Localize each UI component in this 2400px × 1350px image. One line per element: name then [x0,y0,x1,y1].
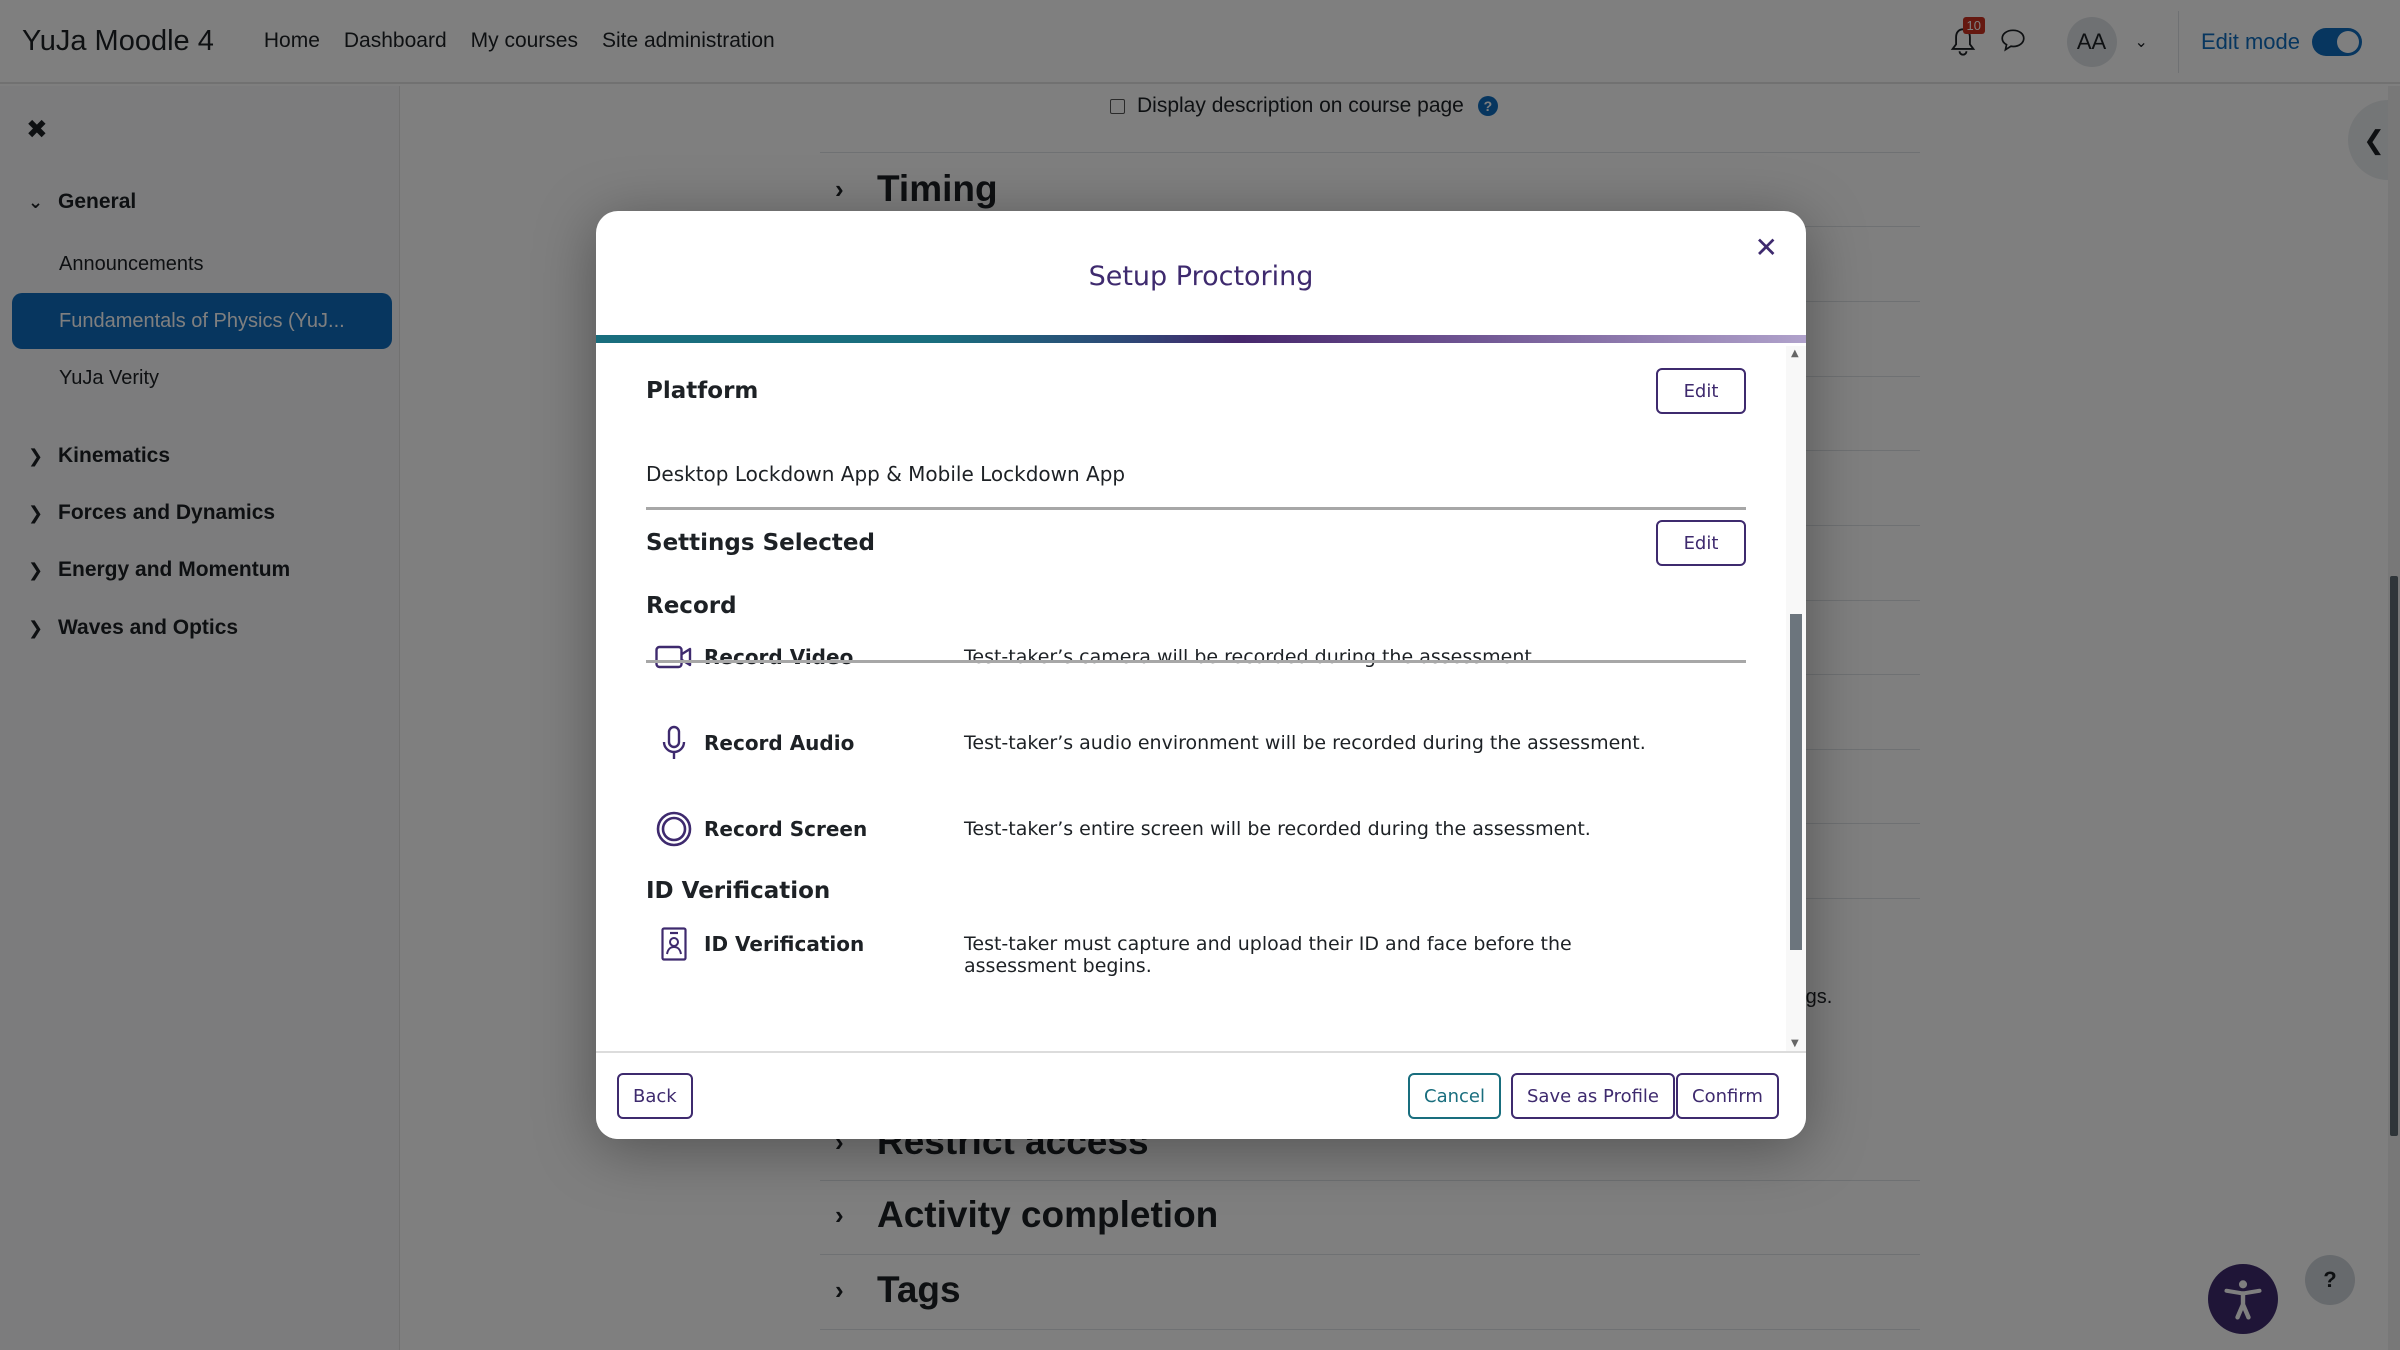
scroll-down-arrow-icon[interactable]: ▼ [1791,1038,1799,1049]
scroll-up-arrow-icon[interactable]: ▲ [1791,348,1799,359]
screen-record-icon [654,811,694,847]
platform-value: Desktop Lockdown App & Mobile Lockdown A… [646,462,1126,486]
setting-record-audio: Record Audio Test-taker’s audio environm… [654,725,1754,761]
modal-scrollbar[interactable]: ▲ ▼ [1786,346,1806,1051]
setting-name: Record Audio [704,731,855,755]
id-badge-icon [654,926,694,962]
platform-divider [646,507,1746,510]
settings-header: Settings Selected Edit [646,520,1746,566]
settings-divider [646,660,1746,663]
platform-header: Platform Edit [646,368,1746,414]
setting-description: Test-taker’s audio environment will be r… [964,732,1646,754]
edit-settings-button[interactable]: Edit [1656,520,1746,566]
edit-platform-button[interactable]: Edit [1656,368,1746,414]
setting-name: ID Verification [704,932,865,956]
setting-record-screen: Record Screen Test-taker’s entire screen… [654,811,1754,847]
setup-proctoring-modal: Setup Proctoring ✕ Platform Edit Desktop… [596,211,1806,1139]
setting-description: Test-taker’s entire screen will be recor… [964,818,1591,840]
progress-gradient-bar [596,335,1806,343]
record-group-heading: Record [646,593,737,619]
cancel-button[interactable]: Cancel [1408,1073,1501,1119]
settings-heading: Settings Selected [646,530,875,556]
modal-footer: Back Cancel Save as Profile Confirm [596,1051,1806,1139]
id-verification-group-heading: ID Verification [646,878,831,904]
setting-description: Test-taker must capture and upload their… [964,933,1572,977]
setting-name: Record Video [704,645,854,669]
microphone-icon [654,725,694,761]
modal-body: Platform Edit Desktop Lockdown App & Mob… [596,346,1786,1051]
save-as-profile-button[interactable]: Save as Profile [1511,1073,1676,1119]
close-icon[interactable]: ✕ [1755,231,1778,264]
modal-title: Setup Proctoring [1088,261,1314,292]
modal-scrollbar-thumb[interactable] [1790,614,1802,950]
setting-name: Record Screen [704,817,868,841]
confirm-button[interactable]: Confirm [1676,1073,1779,1119]
setting-record-video: Record Video Test-taker’s camera will be… [654,639,1754,675]
video-camera-icon [654,639,694,675]
platform-heading: Platform [646,378,759,404]
setting-id-verification: ID Verification Test-taker must capture … [654,926,1754,977]
setting-description: Test-taker’s camera will be recorded dur… [964,646,1538,668]
back-button[interactable]: Back [617,1073,693,1119]
